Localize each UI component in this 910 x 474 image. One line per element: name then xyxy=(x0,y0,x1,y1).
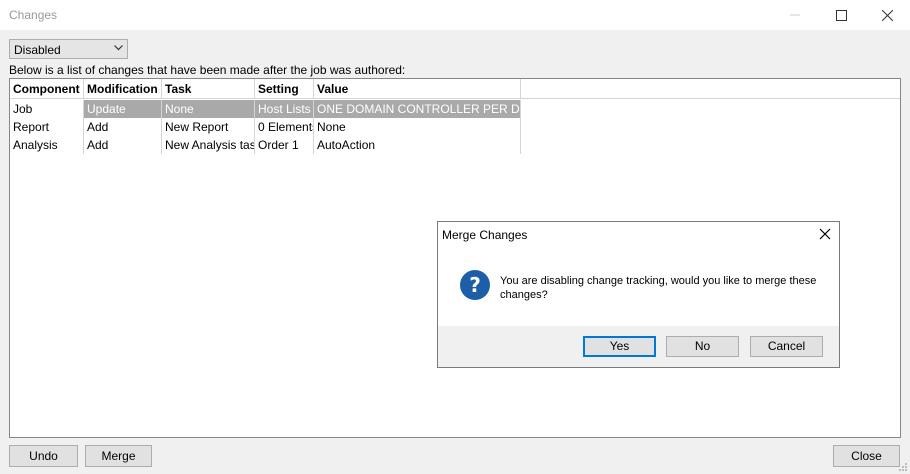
column-header-modification[interactable]: Modification xyxy=(84,79,162,99)
maximize-icon xyxy=(835,9,847,21)
title-bar: Changes xyxy=(0,0,910,30)
cell-component: Job xyxy=(10,100,84,118)
column-header-task[interactable]: Task xyxy=(162,79,255,99)
cell-modification: Add xyxy=(84,136,162,154)
question-icon: ? xyxy=(460,270,490,300)
cell-component: Report xyxy=(10,118,84,136)
dialog-message: You are disabling change tracking, would… xyxy=(500,275,817,301)
maximize-button[interactable] xyxy=(818,0,864,30)
changes-description: Below is a list of changes that have bee… xyxy=(9,63,406,77)
tracking-mode-value: Disabled xyxy=(14,43,61,57)
dialog-close-icon[interactable] xyxy=(819,228,831,240)
undo-button[interactable]: Undo xyxy=(9,445,78,467)
yes-button[interactable]: Yes xyxy=(583,336,656,357)
cell-component: Analysis xyxy=(10,136,84,154)
minimize-icon xyxy=(790,14,800,16)
cell-task: New Report xyxy=(162,118,255,136)
merge-changes-dialog: Merge Changes ? You are disabling change… xyxy=(437,221,840,368)
cell-value: AutoAction xyxy=(314,136,521,154)
resize-grip-icon[interactable] xyxy=(898,462,908,472)
cell-setting: Order 1 xyxy=(255,136,314,154)
cell-modification: Add xyxy=(84,118,162,136)
cell-setting: 0 Elements xyxy=(255,118,314,136)
close-window-button[interactable] xyxy=(864,0,910,30)
window-title: Changes xyxy=(9,8,58,22)
merge-button[interactable]: Merge xyxy=(85,445,152,467)
column-header-value[interactable]: Value xyxy=(314,79,521,99)
column-header-component[interactable]: Component xyxy=(10,79,84,99)
cell-setting: Host Lists xyxy=(255,100,314,118)
no-button[interactable]: No xyxy=(666,336,739,357)
cell-value: ONE DOMAIN CONTROLLER PER DOMAIN xyxy=(314,100,521,118)
column-header-filler xyxy=(521,79,900,99)
cancel-button[interactable]: Cancel xyxy=(750,336,823,357)
cell-task: None xyxy=(162,100,255,118)
cell-task: New Analysis task xyxy=(162,136,255,154)
column-header-setting[interactable]: Setting xyxy=(255,79,314,99)
tracking-mode-select[interactable]: Disabled xyxy=(9,39,128,59)
cell-modification: Update xyxy=(84,100,162,118)
close-button[interactable]: Close xyxy=(833,445,900,467)
cell-value: None xyxy=(314,118,521,136)
dialog-title: Merge Changes xyxy=(442,228,528,242)
minimize-button[interactable] xyxy=(772,0,818,30)
chevron-down-icon xyxy=(114,45,123,51)
close-icon xyxy=(881,9,893,21)
